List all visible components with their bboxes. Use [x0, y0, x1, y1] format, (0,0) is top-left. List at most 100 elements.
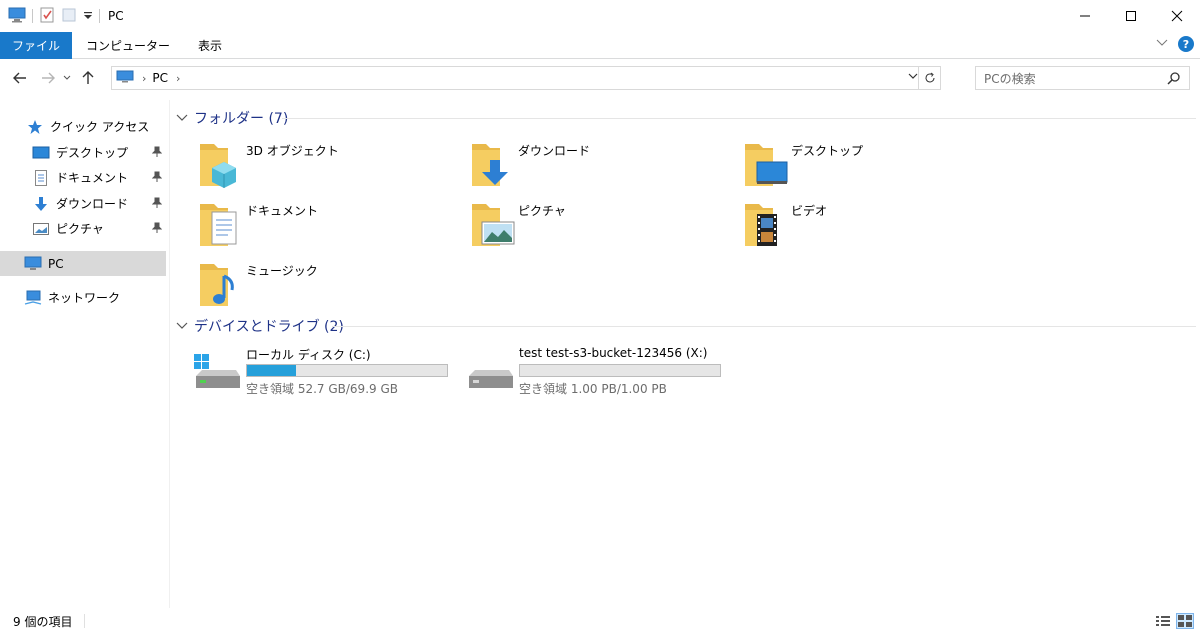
folder-label: ビデオ: [791, 204, 828, 218]
drive-usage-bar: [246, 364, 448, 377]
pin-icon[interactable]: [151, 146, 163, 161]
group-header-folders[interactable]: フォルダー (7): [176, 108, 288, 128]
up-arrow-icon: [82, 71, 94, 84]
documents-folder-icon: [200, 204, 237, 246]
close-button[interactable]: [1154, 0, 1200, 32]
sidebar-item-pictures[interactable]: ピクチャ: [0, 216, 166, 241]
forward-arrow-icon: [42, 72, 55, 84]
view-switcher: [1154, 613, 1194, 629]
drive-free-space: 空き領域 52.7 GB/69.9 GB: [246, 382, 398, 396]
desktop-icon: [32, 145, 50, 161]
folder-tile-pictures[interactable]: ピクチャ: [470, 198, 720, 254]
address-dropdown-icon[interactable]: [908, 71, 918, 86]
folder-tile-documents[interactable]: ドキュメント: [198, 198, 448, 254]
drive-usage-bar: [519, 364, 721, 377]
pc-icon: [116, 70, 134, 87]
group-divider: [332, 326, 1196, 327]
folder-label: ミュージック: [246, 264, 318, 278]
status-bar: 9 個の項目: [0, 608, 1200, 634]
ribbon-tabs: ファイル コンピューター 表示 ?: [0, 31, 1200, 59]
sidebar-item-desktop[interactable]: デスクトップ: [0, 140, 166, 165]
drive-tile-x[interactable]: test test-s3-bucket-123456 (X:) 空き領域 1.0…: [465, 346, 735, 396]
folder-label: 3D オブジェクト: [246, 144, 339, 158]
downloads-icon: [32, 196, 50, 212]
folder-tile-3d-objects[interactable]: 3D オブジェクト: [198, 138, 448, 194]
expand-ribbon-icon[interactable]: [1156, 37, 1168, 51]
details-view-button[interactable]: [1154, 613, 1172, 629]
pc-icon: [24, 256, 42, 272]
sidebar-item-label: ピクチャ: [56, 222, 104, 236]
address-bar[interactable]: › PC ›: [111, 66, 941, 90]
sidebar-item-network[interactable]: ネットワーク: [0, 285, 166, 310]
group-header-label: デバイスとドライブ (2): [194, 319, 344, 335]
pin-icon[interactable]: [151, 197, 163, 212]
pin-icon[interactable]: [151, 171, 163, 186]
group-divider: [282, 118, 1196, 119]
star-icon: [26, 119, 44, 135]
pictures-folder-icon: [472, 204, 515, 246]
sidebar-item-pc[interactable]: PC: [0, 251, 166, 276]
collapse-chevron-icon[interactable]: [176, 318, 188, 334]
sidebar-item-label: ドキュメント: [56, 171, 129, 185]
content-pane: フォルダー (7) 3D オブジェクト ダウンロード デスクトップ ドキュメント: [172, 100, 1200, 608]
breadcrumb-separator-icon[interactable]: ›: [142, 72, 146, 85]
search-icon[interactable]: [1167, 71, 1181, 88]
window-title: PC: [108, 9, 124, 23]
drive-label: ローカル ディスク (C:): [246, 348, 371, 362]
downloads-folder-icon: [472, 144, 508, 186]
refresh-icon: [925, 72, 934, 83]
tiles-view-button[interactable]: [1176, 613, 1194, 629]
tiles-view-icon: [1178, 615, 1192, 627]
new-folder-icon[interactable]: [61, 7, 77, 26]
minimize-button[interactable]: [1062, 0, 1108, 32]
pictures-icon: [32, 221, 50, 237]
network-icon: [24, 290, 42, 306]
back-arrow-icon: [13, 72, 26, 84]
drive-tile-c[interactable]: ローカル ディスク (C:) 空き領域 52.7 GB/69.9 GB: [192, 346, 462, 396]
folder-label: ダウンロード: [518, 144, 591, 158]
folder-tile-videos[interactable]: ビデオ: [743, 198, 993, 254]
sidebar-item-downloads[interactable]: ダウンロード: [0, 191, 166, 216]
status-divider: [84, 614, 86, 628]
folder-tile-downloads[interactable]: ダウンロード: [470, 138, 720, 194]
up-button[interactable]: [78, 66, 98, 90]
refresh-button[interactable]: [918, 67, 940, 89]
collapse-chevron-icon[interactable]: [176, 110, 188, 126]
tab-computer[interactable]: コンピューター: [72, 32, 184, 59]
search-input[interactable]: PCの検索: [975, 66, 1190, 90]
maximize-button[interactable]: [1108, 0, 1154, 32]
chevron-down-icon: [63, 75, 71, 80]
folder-label: デスクトップ: [791, 144, 864, 158]
folder-label: ドキュメント: [246, 204, 319, 218]
tab-view[interactable]: 表示: [184, 32, 236, 59]
group-header-devices[interactable]: デバイスとドライブ (2): [176, 316, 344, 336]
navigation-bar: › PC › PCの検索: [0, 59, 1200, 97]
sidebar-item-quick-access[interactable]: クイック アクセス: [0, 114, 166, 139]
minimize-icon: [1080, 15, 1090, 17]
sidebar-item-label: デスクトップ: [56, 146, 129, 160]
videos-folder-icon: [745, 204, 777, 246]
documents-icon: [32, 169, 50, 186]
search-placeholder: PCの検索: [984, 71, 1036, 86]
folder-tile-desktop[interactable]: デスクトップ: [743, 138, 993, 194]
back-button[interactable]: [10, 66, 30, 90]
sidebar-item-label: クイック アクセス: [50, 120, 150, 134]
recent-locations-button[interactable]: [60, 66, 74, 90]
tab-file[interactable]: ファイル: [0, 31, 73, 59]
help-icon[interactable]: ?: [1178, 36, 1194, 52]
toolbar-separator: [99, 9, 100, 23]
forward-button[interactable]: [38, 66, 58, 90]
properties-icon[interactable]: [39, 7, 55, 26]
breadcrumb-pc[interactable]: PC: [152, 71, 168, 85]
folder-tile-music[interactable]: ミュージック: [198, 258, 448, 314]
sidebar-item-documents[interactable]: ドキュメント: [0, 165, 166, 190]
pin-icon[interactable]: [151, 222, 163, 237]
window-controls: [1062, 0, 1200, 32]
breadcrumb-separator-icon[interactable]: ›: [176, 72, 180, 85]
pc-icon[interactable]: [8, 7, 26, 26]
customize-toolbar-icon[interactable]: [83, 7, 93, 26]
windows-drive-icon: [194, 354, 240, 388]
network-drive-icon: [469, 370, 513, 388]
navigation-pane: クイック アクセス デスクトップ ドキュメント ダウンロード ピクチャ PC ネ…: [0, 100, 170, 608]
close-icon: [1171, 10, 1183, 22]
